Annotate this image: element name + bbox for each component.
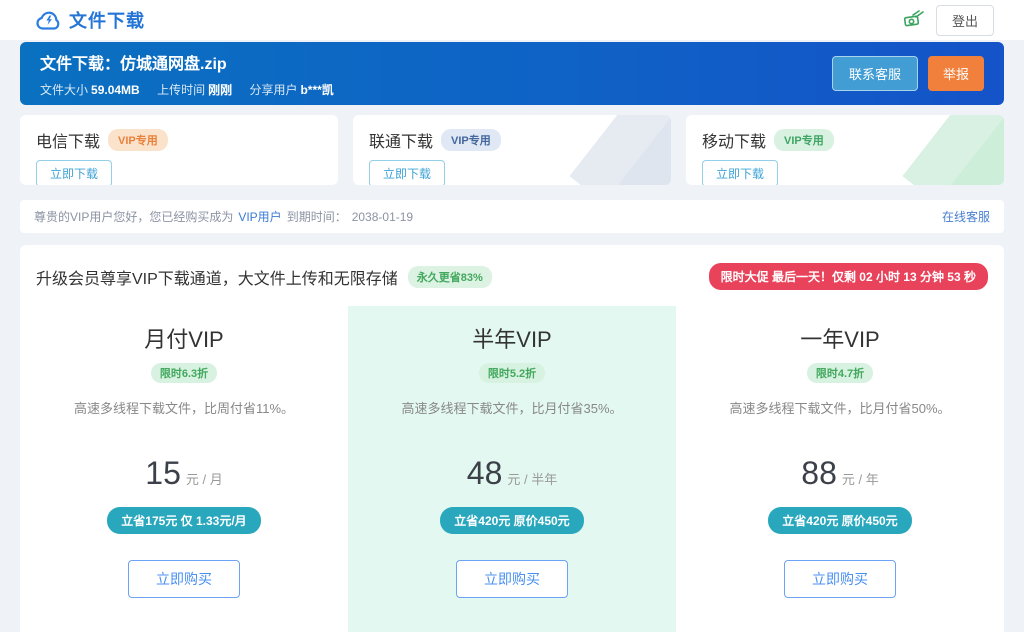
upload-time-label: 上传时间 xyxy=(157,83,205,97)
plan-discount-badge: 限时5.2折 xyxy=(479,363,545,383)
upload-time-value: 刚刚 xyxy=(208,83,232,97)
plan-price: 15 xyxy=(145,455,181,491)
plan-discount-badge: 限时4.7折 xyxy=(807,363,873,383)
vip-upgrade-panel: 升级会员尊享VIP下载通道，大文件上传和无限存储 永久更省83% 限时大促 最后… xyxy=(20,245,1004,632)
contact-support-button[interactable]: 联系客服 xyxy=(832,56,918,91)
download-cards: 电信下载 VIP专用 立即下载 联通下载 VIP专用 立即下载 移动下载 VIP… xyxy=(20,115,1004,185)
cash-icon[interactable] xyxy=(902,9,926,31)
vip-badge: VIP专用 xyxy=(108,129,168,151)
buy-yearly-button[interactable]: 立即购买 xyxy=(784,560,896,598)
app-title: 文件下载 xyxy=(69,7,145,33)
plan-name: 一年VIP xyxy=(696,322,984,354)
plan-unit: 元 / 半年 xyxy=(507,472,557,487)
plan-unit: 元 / 月 xyxy=(186,472,223,487)
download-card-mobile: 移动下载 VIP专用 立即下载 xyxy=(686,115,1004,185)
file-meta: 文件大小59.04MB 上传时间刚刚 分享用户b***凯 xyxy=(40,81,334,98)
pricing-plans: 月付VIP 限时6.3折 高速多线程下载文件，比周付省11%。 15元 / 月 … xyxy=(20,306,1004,632)
topbar-actions: 登出 xyxy=(902,5,994,36)
page-content: 文件下载：仿城通网盘.zip 文件大小59.04MB 上传时间刚刚 分享用户b*… xyxy=(0,40,1024,632)
plan-description: 高速多线程下载文件，比周付省11%。 xyxy=(40,398,328,417)
vip-notice-bar: 尊贵的VIP用户您好，您已经购买成为 VIP用户到期时间： 2038-01-19 在… xyxy=(20,200,1004,233)
app-header: 文件下载 登出 xyxy=(0,0,1024,40)
cloud-download-icon xyxy=(36,9,62,31)
plan-description: 高速多线程下载文件，比月付省35%。 xyxy=(368,398,656,417)
vip-panel-title: 升级会员尊享VIP下载通道，大文件上传和无限存储 xyxy=(36,265,398,289)
share-user-label: 分享用户 xyxy=(249,83,297,97)
file-size-label: 文件大小 xyxy=(40,83,88,97)
report-button[interactable]: 举报 xyxy=(928,56,984,91)
plan-halfyear: 半年VIP 限时5.2折 高速多线程下载文件，比月付省35%。 48 元 / 半年… xyxy=(348,306,676,632)
unicom-download-title: 联通下载 xyxy=(369,128,433,152)
buy-monthly-button[interactable]: 立即购买 xyxy=(128,560,240,598)
plan-yearly: 一年VIP 限时4.7折 高速多线程下载文件，比月付省50%。 88元 / 年 … xyxy=(676,306,1004,632)
telecom-download-title: 电信下载 xyxy=(36,128,100,152)
forever-save-badge: 永久更省83% xyxy=(408,266,492,288)
plan-discount-badge: 限时6.3折 xyxy=(151,363,217,383)
download-card-unicom: 联通下载 VIP专用 立即下载 xyxy=(353,115,671,185)
logout-button[interactable]: 登出 xyxy=(936,5,994,36)
plan-save-pill: 立省175元 仅 1.33元/月 xyxy=(107,507,260,534)
mobile-download-button[interactable]: 立即下载 xyxy=(702,160,778,185)
expire-label: 到期时间： xyxy=(287,210,347,224)
vip-user-highlight: VIP用户 xyxy=(238,210,281,224)
vip-badge: VIP专用 xyxy=(774,129,834,151)
plan-description: 高速多线程下载文件，比月付省50%。 xyxy=(696,398,984,417)
online-service-link[interactable]: 在线客服 xyxy=(942,208,990,225)
plan-save-pill: 立省420元 原价450元 xyxy=(440,507,583,534)
plan-name: 月付VIP xyxy=(40,322,328,354)
plan-name: 半年VIP xyxy=(368,322,656,354)
vip-notice-text: 尊贵的VIP用户您好，您已经购买成为 VIP用户到期时间： 2038-01-19 xyxy=(34,208,413,225)
plan-monthly: 月付VIP 限时6.3折 高速多线程下载文件，比周付省11%。 15元 / 月 … xyxy=(20,306,348,632)
download-card-telecom: 电信下载 VIP专用 立即下载 xyxy=(20,115,338,185)
file-banner: 文件下载：仿城通网盘.zip 文件大小59.04MB 上传时间刚刚 分享用户b*… xyxy=(20,42,1004,105)
plan-price: 48 xyxy=(467,455,503,491)
banner-actions: 联系客服 举报 xyxy=(832,56,984,91)
vip-panel-header: 升级会员尊享VIP下载通道，大文件上传和无限存储 永久更省83% 限时大促 最后… xyxy=(20,245,1004,302)
notice-prefix: 尊贵的VIP用户您好，您已经购买成为 xyxy=(34,210,233,224)
expire-date: 2038-01-19 xyxy=(352,210,413,224)
vip-badge: VIP专用 xyxy=(441,129,501,151)
plan-save-pill: 立省420元 原价450元 xyxy=(768,507,911,534)
app-logo[interactable]: 文件下载 xyxy=(36,7,145,33)
telecom-download-button[interactable]: 立即下载 xyxy=(36,160,112,185)
plan-price: 88 xyxy=(801,455,837,491)
share-user-value: b***凯 xyxy=(300,83,333,97)
unicom-download-button[interactable]: 立即下载 xyxy=(369,160,445,185)
buy-halfyear-button[interactable]: 立即购买 xyxy=(456,560,568,598)
plan-unit: 元 / 年 xyxy=(842,472,879,487)
file-banner-info: 文件下载：仿城通网盘.zip 文件大小59.04MB 上传时间刚刚 分享用户b*… xyxy=(40,50,334,98)
file-title: 文件下载：仿城通网盘.zip xyxy=(40,50,334,74)
file-size-value: 59.04MB xyxy=(91,83,140,97)
mobile-download-title: 移动下载 xyxy=(702,128,766,152)
countdown-badge: 限时大促 最后一天！仅剩 02 小时 13 分钟 53 秒 xyxy=(709,263,988,290)
